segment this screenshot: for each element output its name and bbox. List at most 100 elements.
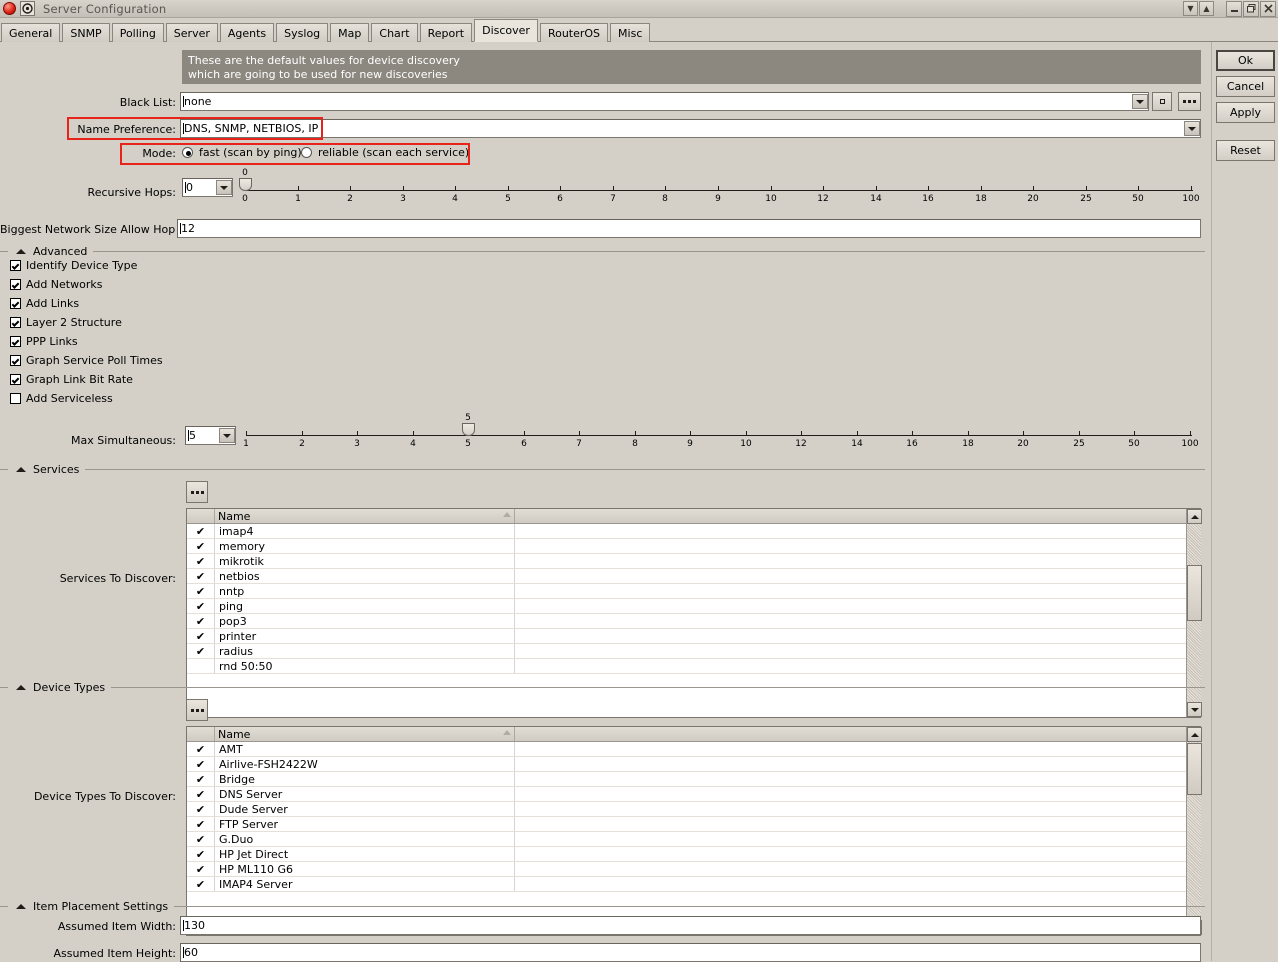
checkbox-icon[interactable]: [10, 355, 21, 366]
assumed-item-height-input[interactable]: 60: [180, 943, 1201, 962]
checkbox-icon[interactable]: [10, 336, 21, 347]
table-header-name[interactable]: Name: [215, 727, 515, 741]
radio-fast-icon[interactable]: [182, 147, 193, 158]
tab-map[interactable]: Map: [330, 23, 370, 42]
checkbox-ppp-links[interactable]: PPP Links: [10, 335, 78, 348]
tab-general[interactable]: General: [1, 23, 61, 42]
tab-chart[interactable]: Chart: [371, 23, 418, 42]
name-preference-input[interactable]: DNS, SNMP, NETBIOS, IP: [180, 119, 1201, 138]
check-icon[interactable]: ✔: [187, 772, 215, 786]
check-icon[interactable]: ✔: [187, 802, 215, 816]
checkbox-icon[interactable]: [10, 374, 21, 385]
blacklist-settings-button[interactable]: [1178, 92, 1201, 111]
check-icon[interactable]: ✔: [187, 862, 215, 876]
table-row[interactable]: ✔ G.Duo: [187, 832, 1200, 847]
table-row[interactable]: ✔ netbios: [187, 569, 1200, 584]
tab-server[interactable]: Server: [165, 23, 218, 42]
checkbox-icon[interactable]: [10, 298, 21, 309]
table-row[interactable]: ✔ nntp: [187, 584, 1200, 599]
check-icon[interactable]: ✔: [187, 817, 215, 831]
checkbox-graph-link-bit-rate[interactable]: Graph Link Bit Rate: [10, 373, 133, 386]
triangle-up-icon[interactable]: [16, 249, 26, 254]
check-icon[interactable]: ✔: [187, 524, 215, 538]
table-row[interactable]: ✔ HP Jet Direct: [187, 847, 1200, 862]
mode-radio-fast[interactable]: fast (scan by ping): [182, 146, 302, 159]
slider-track[interactable]: [246, 435, 1192, 436]
scroll-thumb[interactable]: [1187, 743, 1202, 795]
checkbox-add-links[interactable]: Add Links: [10, 297, 79, 310]
tab-misc[interactable]: Misc: [610, 23, 651, 42]
black-list-input[interactable]: none: [180, 92, 1149, 111]
check-icon[interactable]: ✔: [187, 554, 215, 568]
tab-agents[interactable]: Agents: [219, 23, 275, 42]
checkbox-icon[interactable]: [10, 260, 21, 271]
tab-polling[interactable]: Polling: [111, 23, 164, 42]
recursive-hops-input[interactable]: 0: [182, 178, 233, 197]
reset-button[interactable]: Reset: [1216, 140, 1275, 161]
table-row[interactable]: ✔ pop3: [187, 614, 1200, 629]
checkbox-icon[interactable]: [10, 393, 21, 404]
table-header-extra[interactable]: [515, 509, 1200, 523]
check-icon[interactable]: ✔: [187, 584, 215, 598]
blacklist-pick-button[interactable]: [1152, 92, 1172, 111]
mode-radio-reliable[interactable]: reliable (scan each service): [301, 146, 469, 159]
check-icon[interactable]: ✔: [187, 614, 215, 628]
table-header-check[interactable]: [187, 509, 215, 523]
table-row[interactable]: ✔ printer: [187, 629, 1200, 644]
table-row[interactable]: ✔ Bridge: [187, 772, 1200, 787]
table-row[interactable]: rnd 50:50: [187, 659, 1200, 674]
table-row[interactable]: ✔ radius: [187, 644, 1200, 659]
scroll-down-button[interactable]: [1187, 702, 1202, 717]
row-check-empty[interactable]: [187, 659, 215, 673]
checkbox-graph-service-poll-times[interactable]: Graph Service Poll Times: [10, 354, 163, 367]
services-settings-button[interactable]: [186, 481, 208, 503]
check-icon[interactable]: ✔: [187, 787, 215, 801]
check-icon[interactable]: ✔: [187, 832, 215, 846]
chevron-down-icon[interactable]: [219, 428, 235, 443]
triangle-up-icon[interactable]: [16, 904, 26, 909]
check-icon[interactable]: ✔: [187, 757, 215, 771]
device-types-group-header[interactable]: Device Types: [0, 681, 1205, 694]
check-icon[interactable]: ✔: [187, 644, 215, 658]
table-row[interactable]: ✔ HP ML110 G6: [187, 862, 1200, 877]
chevron-down-icon[interactable]: ▼: [1183, 1, 1198, 16]
check-icon[interactable]: ✔: [187, 877, 215, 891]
apply-button[interactable]: Apply: [1216, 102, 1275, 123]
biggest-network-input[interactable]: 12: [177, 219, 1201, 238]
table-row[interactable]: ✔ mikrotik: [187, 554, 1200, 569]
table-row[interactable]: ✔ FTP Server: [187, 817, 1200, 832]
scroll-up-button[interactable]: [1187, 509, 1202, 524]
chevron-up-icon[interactable]: ▲: [1199, 1, 1214, 16]
close-icon[interactable]: [1260, 0, 1276, 17]
table-header-name[interactable]: Name: [215, 509, 515, 523]
triangle-up-icon[interactable]: [16, 467, 26, 472]
check-icon[interactable]: ✔: [187, 599, 215, 613]
table-row[interactable]: ✔ Dude Server: [187, 802, 1200, 817]
item-placement-group-header[interactable]: Item Placement Settings: [0, 900, 1205, 913]
checkbox-identify-device-type[interactable]: Identify Device Type: [10, 259, 137, 272]
restore-icon[interactable]: [1243, 0, 1259, 17]
table-header-extra[interactable]: [515, 727, 1200, 741]
tab-report[interactable]: Report: [419, 23, 473, 42]
tab-snmp[interactable]: SNMP: [62, 23, 110, 42]
table-row[interactable]: ✔ memory: [187, 539, 1200, 554]
assumed-item-width-input[interactable]: 130: [180, 916, 1201, 935]
scroll-thumb[interactable]: [1187, 565, 1202, 621]
minimize-icon[interactable]: [1226, 0, 1242, 17]
slider-track[interactable]: [245, 190, 1193, 191]
ok-button[interactable]: Ok: [1216, 50, 1275, 71]
triangle-up-icon[interactable]: [16, 685, 26, 690]
tab-discover[interactable]: Discover: [474, 19, 538, 42]
checkbox-layer-2-structure[interactable]: Layer 2 Structure: [10, 316, 122, 329]
recursive-hops-slider[interactable]: 0 1 2 3 4 5 6 7 8 9 10 12 14 16 18 20 25 50 100 0: [239, 168, 1200, 208]
device-types-settings-button[interactable]: [186, 699, 208, 721]
tab-syslog[interactable]: Syslog: [276, 23, 329, 42]
table-header-check[interactable]: [187, 727, 215, 741]
max-simultaneous-input[interactable]: 5: [185, 426, 236, 445]
slider-thumb[interactable]: [462, 423, 475, 436]
chevron-down-icon[interactable]: [1184, 121, 1200, 136]
cancel-button[interactable]: Cancel: [1216, 76, 1275, 97]
table-row[interactable]: ✔ ping: [187, 599, 1200, 614]
table-row[interactable]: ✔ imap4: [187, 524, 1200, 539]
chevron-down-icon[interactable]: [1132, 94, 1148, 109]
